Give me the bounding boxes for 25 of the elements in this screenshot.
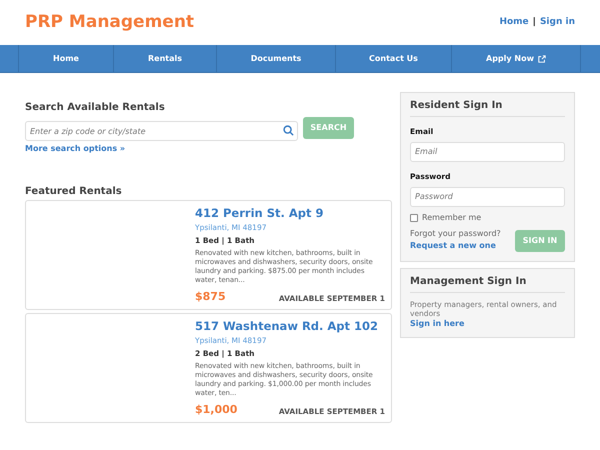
checkbox-label: Remember me [422,212,482,224]
nav-item[interactable]: Contact Us [336,45,452,72]
panel-heading: Resident Sign In [410,98,565,117]
reset-password-link[interactable]: Request a new one [410,240,501,252]
nav-item[interactable]: Home [19,45,114,72]
more-search-link[interactable]: More search options » [25,143,392,155]
listing-title[interactable]: 517 Washtenaw Rd. Apt 102 [195,318,385,334]
password-field[interactable]: Password [410,186,565,206]
email-field[interactable]: Email [410,142,565,162]
forgot-text: Forgot your password? [410,228,501,240]
home-link[interactable]: Home [499,16,529,30]
nav-item[interactable]: Rentals [114,45,217,72]
section-heading: Search Available Rentals [25,101,166,115]
section-heading: Featured Rentals [25,185,123,199]
listing-title[interactable]: 412 Perrin St. Apt 9 [195,205,385,221]
listing-price: $875 [195,288,226,304]
listing-price: $1,000 [195,402,238,418]
search-field[interactable]: Enter a zip code or city/state [25,121,298,141]
nav-item[interactable]: Apply Now [452,45,581,72]
panel-heading: Management Sign In [410,274,565,292]
site-title: PRP Management [25,10,194,34]
nav-item[interactable]: Documents [217,45,336,72]
management-sign-in-link[interactable]: Sign in here [410,318,565,330]
separator: | [532,16,536,29]
sign-in-link[interactable]: Sign in [540,16,575,30]
